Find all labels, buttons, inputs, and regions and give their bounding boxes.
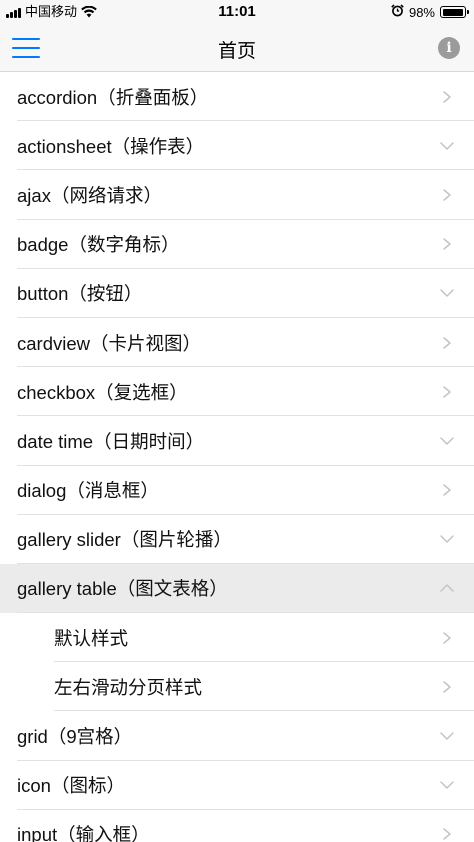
chevron-down-icon (440, 778, 454, 792)
list-item[interactable]: accordion（折叠面板） (0, 72, 474, 122)
list-item-label: checkbox（复选框） (17, 381, 188, 403)
info-icon[interactable]: i (438, 37, 460, 59)
list-item[interactable]: ajax（网络请求） (0, 170, 474, 220)
list-item[interactable]: grid（9宫格） (0, 711, 474, 761)
chevron-down-icon (440, 532, 454, 546)
chevron-right-icon (440, 336, 454, 350)
wifi-icon (81, 6, 97, 18)
battery-level-fill (442, 8, 464, 16)
list-item-label: grid（9宫格） (17, 726, 133, 748)
chevron-right-icon (440, 483, 454, 497)
alarm-icon (391, 4, 404, 20)
list-item-label: gallery slider（图片轮播） (17, 529, 232, 551)
list-item[interactable]: icon（图标） (0, 761, 474, 811)
menu-list: accordion（折叠面板） actionsheet（操作表） ajax（网络请求… (0, 72, 474, 842)
chevron-down-icon (440, 139, 454, 153)
chevron-down-icon (440, 286, 454, 300)
list-item-label: icon（图标） (17, 775, 125, 797)
list-item-label: date time（日期时间） (17, 430, 205, 452)
list-item[interactable]: gallery table（图文表格） (0, 563, 474, 614)
carrier-name: 中国移动 (25, 4, 78, 19)
battery-icon (440, 6, 469, 18)
list-item-label: accordion（折叠面板） (17, 86, 209, 108)
status-left: 中国移动 (6, 4, 97, 20)
list-item[interactable]: dialog（消息框） (0, 466, 474, 515)
list-item[interactable]: button（按钮） (0, 269, 474, 319)
list-item[interactable]: cardview（卡片视图） (0, 318, 474, 368)
chevron-up-icon (440, 581, 454, 595)
list-item-label: button（按钮） (17, 283, 143, 305)
chevron-down-icon (440, 729, 454, 743)
status-bar: 中国移动 11:01 98% (0, 0, 474, 24)
signal-strength-icon (6, 7, 21, 18)
list-item[interactable]: gallery slider（图片轮播） (0, 515, 474, 565)
list-item[interactable]: date time（日期时间） (0, 416, 474, 466)
list-item-label: ajax（网络请求） (17, 184, 162, 206)
list-item[interactable]: actionsheet（操作表） (0, 121, 474, 171)
list-item-label: 左右滑动分页样式 (54, 676, 203, 698)
page-title: 首页 (217, 41, 256, 62)
list-item[interactable]: badge（数字角标） (0, 220, 474, 269)
chevron-right-icon (440, 827, 454, 841)
chevron-right-icon (440, 237, 454, 251)
list-item-label: badge（数字角标） (17, 234, 180, 256)
navigation-bar: 首页 i (0, 24, 474, 72)
list-item[interactable]: input（输入框） (0, 810, 474, 842)
battery-percent: 98% (408, 4, 435, 20)
list-item-label: 默认样式 (54, 627, 129, 649)
chevron-right-icon (440, 631, 454, 645)
list-item-label: input（输入框） (17, 824, 150, 842)
chevron-right-icon (440, 188, 454, 202)
list-item-label: gallery table（图文表格） (17, 578, 228, 600)
chevron-right-icon (440, 90, 454, 104)
status-right: 98% (391, 4, 469, 20)
chevron-right-icon (440, 385, 454, 399)
sub-list-item[interactable]: 左右滑动分页样式 (0, 662, 474, 712)
chevron-right-icon (440, 680, 454, 694)
list-item-label: actionsheet（操作表） (17, 135, 205, 157)
chevron-down-icon (440, 434, 454, 448)
list-item[interactable]: checkbox（复选框） (0, 367, 474, 417)
sub-list-item[interactable]: 默认样式 (0, 613, 474, 663)
list-item-label: dialog（消息框） (17, 480, 159, 502)
list-item-label: cardview（卡片视图） (17, 332, 201, 354)
